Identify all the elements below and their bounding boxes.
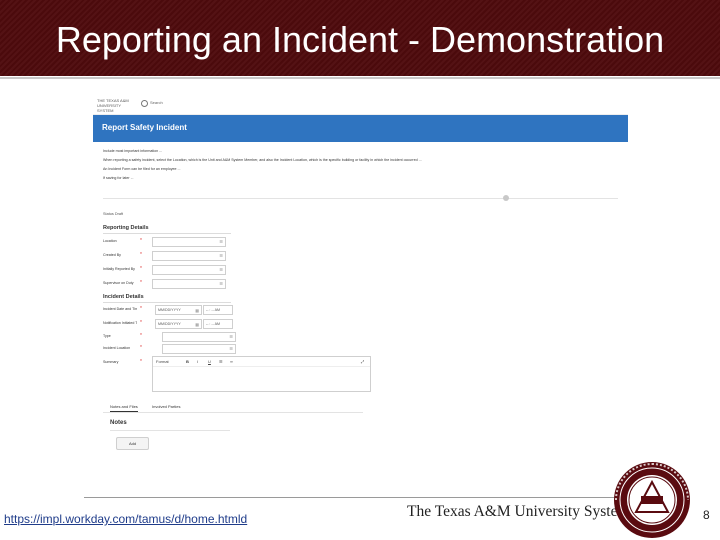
app-topbar: THE TEXAS A&M UNIVERSITY SYSTEM Search bbox=[93, 92, 628, 115]
footer-divider bbox=[84, 497, 617, 498]
page-title: Report Safety Incident bbox=[102, 123, 187, 132]
notes-divider bbox=[110, 430, 230, 431]
slide-title: Reporting an Incident - Demonstration bbox=[55, 19, 665, 60]
tab-bar: Notes and Files Involved Parties bbox=[103, 402, 363, 413]
field-incident-location: Incident Location * ☰ bbox=[103, 344, 303, 354]
workday-link[interactable]: https://impl.workday.com/tamus/d/home.ht… bbox=[4, 512, 247, 526]
initially-reported-by-input[interactable]: ☰ bbox=[152, 265, 226, 275]
section-divider bbox=[103, 302, 231, 303]
format-dropdown[interactable]: Format bbox=[156, 359, 169, 364]
required-marker: * bbox=[140, 333, 142, 339]
divider bbox=[103, 198, 618, 199]
instruction-line: An Incident Form can be filed for an emp… bbox=[103, 167, 181, 171]
field-type: Type * ☰ bbox=[103, 332, 303, 342]
instruction-line: If saving for later ... bbox=[103, 176, 134, 180]
created-by-input[interactable]: ☰ bbox=[152, 251, 226, 261]
required-marker: * bbox=[140, 266, 142, 272]
field-label: Supervisor on Duty bbox=[103, 281, 134, 285]
field-label: Location bbox=[103, 239, 117, 243]
tab-notes-and-files[interactable]: Notes and Files bbox=[110, 404, 138, 412]
status-value: Draft bbox=[114, 212, 124, 216]
list-icon[interactable]: ☰ bbox=[219, 281, 223, 286]
tab-involved-parties[interactable]: Involved Parties bbox=[152, 404, 180, 409]
supervisor-input[interactable]: ☰ bbox=[152, 279, 226, 289]
required-marker: * bbox=[140, 306, 142, 312]
search-input[interactable]: Search bbox=[150, 100, 163, 105]
search-icon[interactable] bbox=[141, 100, 148, 107]
logo-line-2: UNIVERSITY SYSTEM bbox=[97, 103, 121, 113]
notification-time-input[interactable]: -- : -- AM bbox=[203, 319, 233, 329]
location-input[interactable]: ☰ bbox=[152, 237, 226, 247]
expand-icon[interactable]: ⤢ bbox=[361, 359, 364, 364]
workday-screenshot: THE TEXAS A&M UNIVERSITY SYSTEM Search R… bbox=[93, 92, 628, 458]
instruction-line: When reporting a safety incident, select… bbox=[103, 158, 422, 162]
field-label: Summary bbox=[103, 360, 119, 364]
field-label: Type bbox=[103, 334, 111, 338]
status-row: Status Draft bbox=[103, 212, 123, 216]
field-label: Notification Initiated Time bbox=[103, 321, 137, 325]
required-marker: * bbox=[140, 345, 142, 351]
instructions: Include most important information ... W… bbox=[103, 149, 623, 185]
time-value: -- : -- AM bbox=[206, 308, 220, 312]
list-icon[interactable]: ☰ bbox=[219, 359, 223, 364]
type-input[interactable]: ☰ bbox=[162, 332, 236, 342]
instruction-line: Include most important information ... bbox=[103, 149, 163, 153]
incident-date-input[interactable]: MM/DD/YYYY ▦ bbox=[155, 305, 202, 315]
field-label: Initially Reported By bbox=[103, 267, 135, 271]
time-value: -- : -- AM bbox=[206, 322, 220, 326]
incident-location-input[interactable]: ☰ bbox=[162, 344, 236, 354]
add-button[interactable]: Add bbox=[116, 437, 149, 450]
field-location: Location * ☰ bbox=[103, 237, 303, 247]
date-value: MM/DD/YYYY bbox=[158, 322, 181, 326]
notification-date-input[interactable]: MM/DD/YYYY ▦ bbox=[155, 319, 202, 329]
underline-button[interactable]: U bbox=[208, 359, 211, 364]
page-header: Report Safety Incident bbox=[93, 115, 628, 142]
field-label: Incident Date and Time bbox=[103, 307, 137, 311]
list-icon[interactable]: ☰ bbox=[229, 346, 233, 351]
reporting-details-heading: Reporting Details bbox=[103, 225, 149, 231]
calendar-icon[interactable]: ▦ bbox=[195, 321, 199, 328]
field-created-by: Created By * ☰ bbox=[103, 251, 303, 261]
list-icon[interactable]: ☰ bbox=[219, 267, 223, 272]
list-icon[interactable]: ☰ bbox=[229, 334, 233, 339]
status-label: Status bbox=[103, 212, 114, 216]
field-initially-reported-by: Initially Reported By * ☰ bbox=[103, 265, 303, 275]
field-label: Incident Location bbox=[103, 346, 131, 350]
required-marker: * bbox=[140, 252, 142, 258]
field-label: Created By bbox=[103, 253, 121, 257]
tamus-logo: THE TEXAS A&M UNIVERSITY SYSTEM bbox=[97, 98, 133, 113]
summary-editor[interactable]: Format B I U ☰ ∞ ⤢ bbox=[152, 356, 371, 392]
field-notification-time: Notification Initiated Time * MM/DD/YYYY… bbox=[103, 319, 303, 329]
bold-button[interactable]: B bbox=[186, 359, 189, 364]
link-icon[interactable]: ∞ bbox=[230, 359, 233, 364]
incident-time-input[interactable]: -- : -- AM bbox=[203, 305, 233, 315]
resize-handle[interactable] bbox=[503, 195, 509, 201]
tamus-wordmark: The Texas A&M University System bbox=[407, 503, 630, 520]
calendar-icon[interactable]: ▦ bbox=[195, 307, 199, 314]
section-divider bbox=[103, 233, 231, 234]
required-marker: * bbox=[140, 320, 142, 326]
incident-details-heading: Incident Details bbox=[103, 294, 144, 300]
field-incident-date: Incident Date and Time * MM/DD/YYYY ▦ -- … bbox=[103, 305, 303, 315]
field-supervisor-on-duty: Supervisor on Duty * ☰ bbox=[103, 279, 303, 289]
list-icon[interactable]: ☰ bbox=[219, 253, 223, 258]
page-number: 8 bbox=[703, 508, 710, 522]
notes-heading: Notes bbox=[110, 420, 127, 426]
editor-toolbar: Format B I U ☰ ∞ ⤢ bbox=[153, 357, 370, 367]
list-icon[interactable]: ☰ bbox=[219, 239, 223, 244]
required-marker: * bbox=[140, 238, 142, 244]
required-marker: * bbox=[140, 280, 142, 286]
italic-button[interactable]: I bbox=[197, 359, 198, 364]
university-seal-icon bbox=[614, 462, 690, 538]
required-marker: * bbox=[140, 359, 142, 365]
banner-divider bbox=[0, 77, 720, 79]
date-value: MM/DD/YYYY bbox=[158, 308, 181, 312]
